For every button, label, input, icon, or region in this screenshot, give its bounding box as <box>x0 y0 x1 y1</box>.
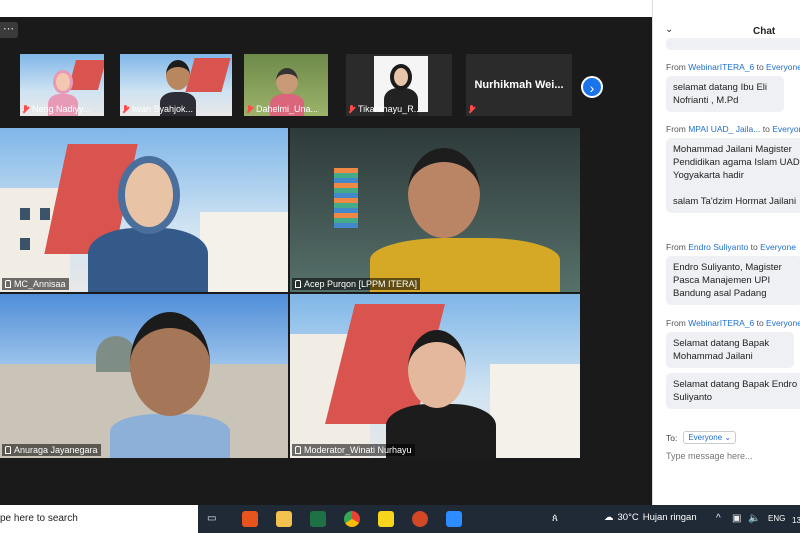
video-tile[interactable]: Acep Purqon [LPPM ITERA] <box>290 128 580 292</box>
office-app-icon[interactable] <box>242 511 258 527</box>
windows-taskbar: pe here to search ▭ ጰ ☁ 30°C Hujan ringa… <box>0 505 800 533</box>
participant-thumbnail[interactable]: Tikarahayu_R... <box>346 54 452 116</box>
view-options-button[interactable]: ⋯ <box>0 22 18 38</box>
participant-thumbnail[interactable]: Nurhikmah Wei... <box>466 54 572 116</box>
pin-icon <box>5 446 11 454</box>
clock[interactable]: 13 <box>792 516 800 525</box>
volume-icon[interactable]: 🔈 <box>748 513 760 524</box>
participant-name: Iwan Syahjok... <box>132 104 194 114</box>
language-indicator[interactable]: ENG <box>768 514 785 523</box>
recipient-dropdown[interactable]: Everyone ⌄ <box>683 431 737 444</box>
window-top-bar <box>0 0 652 17</box>
chat-message: Selamat datang Bapak Endro Suliyanto <box>666 373 800 409</box>
muted-mic-icon <box>348 104 355 114</box>
video-tile[interactable]: Moderator_Winati Nurhayu <box>290 294 580 458</box>
chat-bubble-partial <box>666 38 800 50</box>
muted-mic-icon <box>22 104 29 114</box>
next-page-arrow-icon[interactable]: › <box>581 76 603 98</box>
sticky-notes-icon[interactable] <box>378 511 394 527</box>
chat-from-line: From WebinarITERA_6 to Everyone <box>666 318 800 328</box>
pin-icon <box>295 280 301 288</box>
participant-name-display: Nurhikmah Wei... <box>474 79 564 91</box>
chat-message-input[interactable] <box>666 451 796 461</box>
chrome-icon[interactable] <box>344 511 360 527</box>
chat-message: Endro Suliyanto, Magister Pasca Manajeme… <box>666 256 800 305</box>
weather-status: Hujan ringan <box>642 512 697 523</box>
participant-name: MC_Annisaa <box>14 279 66 289</box>
weather-widget[interactable]: ☁ 30°C Hujan ringan <box>604 512 697 523</box>
task-view-icon[interactable]: ▭ <box>207 513 216 524</box>
participant-name: Moderator_Winati Nurhayu <box>304 445 412 455</box>
video-tile[interactable]: Anuraga Jayanegara <box>0 294 288 458</box>
temperature: 30°C <box>617 512 639 523</box>
chat-from-line: From WebinarITERA_6 to Everyone <box>666 62 800 72</box>
muted-mic-icon <box>468 105 475 114</box>
participant-name: Acep Purqon [LPPM ITERA] <box>304 279 418 289</box>
participant-name: Dahelmi_Una... <box>256 104 319 114</box>
video-tile[interactable]: MC_Annisaa <box>0 128 288 292</box>
zoom-app-icon[interactable] <box>446 511 462 527</box>
taskbar-search-box[interactable]: pe here to search <box>0 505 198 533</box>
chevron-down-icon[interactable]: ⌄ <box>665 24 673 35</box>
participant-thumbnail[interactable]: Neng Nadiyy... <box>20 54 104 116</box>
chat-panel: ⌄ Chat From WebinarITERA_6 to Everyone s… <box>652 0 800 505</box>
people-icon[interactable]: ጰ <box>552 513 558 524</box>
pin-icon <box>295 446 301 454</box>
pin-icon <box>5 280 11 288</box>
chat-recipient-row: To: Everyone ⌄ <box>666 431 737 444</box>
muted-mic-icon <box>122 104 129 114</box>
file-explorer-icon[interactable] <box>276 511 292 527</box>
chat-title: Chat <box>753 26 776 37</box>
chat-message: Mohammad Jailani Magister Pendidikan aga… <box>666 138 800 213</box>
to-label: To: <box>666 432 678 443</box>
cloud-rain-icon: ☁ <box>604 512 614 523</box>
chevron-up-icon[interactable]: ^ <box>716 513 721 524</box>
chat-from-line: From MPAI UAD_ Jaila... to Everyone <box>666 124 800 134</box>
participant-name: Neng Nadiyy... <box>32 104 91 114</box>
participant-thumbnail[interactable]: Dahelmi_Una... <box>244 54 328 116</box>
chat-message: selamat datang Ibu Eli Nofrianti , M.Pd <box>666 76 784 112</box>
zoom-meeting-window: ⋯ Neng Nadiyy... Iwan Syahjok... Dahelmi… <box>0 0 652 505</box>
network-icon[interactable]: ▣ <box>732 513 741 524</box>
chat-message: Selamat datang Bapak Mohammad Jailani <box>666 332 794 368</box>
chat-from-line: From Endro Suliyanto to Everyone <box>666 242 796 252</box>
muted-mic-icon <box>246 104 253 114</box>
participant-thumbnail[interactable]: Iwan Syahjok... <box>120 54 232 116</box>
participant-name: Anuraga Jayanegara <box>14 445 98 455</box>
powerpoint-icon[interactable] <box>412 511 428 527</box>
excel-icon[interactable] <box>310 511 326 527</box>
participant-name: Tikarahayu_R... <box>358 104 422 114</box>
